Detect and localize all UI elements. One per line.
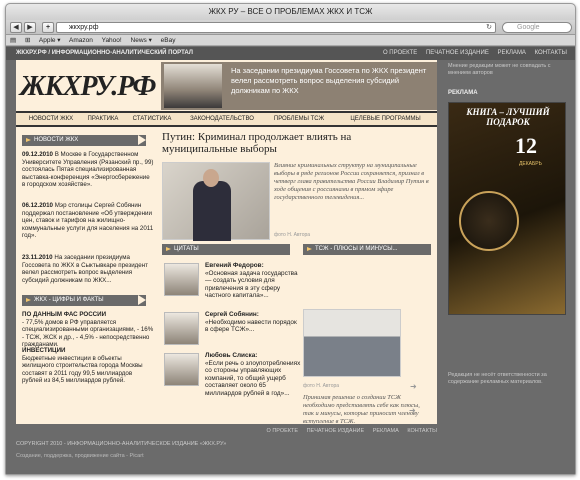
arrow-right-icon[interactable]: ➜ xyxy=(409,406,416,415)
back-button[interactable]: ◀ xyxy=(10,22,22,33)
search-input[interactable]: Google xyxy=(502,22,572,33)
fact-item: ПО ДАННЫМ ФАС РОССИИ - 77,5% домов в РФ … xyxy=(22,311,154,349)
lead-text: Влияние криминальных структур на муницип… xyxy=(274,162,429,201)
hero-text[interactable]: На заседании президиума Госсовета по ЖКХ… xyxy=(231,66,431,96)
fact-text: - 77,5% домов в РФ управляется специализ… xyxy=(22,318,154,349)
quotes-header[interactable]: ЦИТАТЫ xyxy=(162,244,290,255)
footer-link-contacts[interactable]: КОНТАКТЫ xyxy=(407,428,437,434)
nav-legislation[interactable]: ЗАКОНОДАТЕЛЬСТВО xyxy=(182,113,262,125)
top-links: О ПРОЕКТЕ ПЕЧАТНОЕ ИЗДАНИЕ РЕКЛАМА КОНТА… xyxy=(376,47,567,60)
quote-item[interactable]: Евгений Федоров: «Основная задача госуда… xyxy=(205,262,301,300)
site: ЖКХРУ.РФ / ИНФОРМАЦИОННО-АНАЛИТИЧЕСКИЙ П… xyxy=(6,47,575,474)
url-text: жкхру.рф xyxy=(69,24,99,31)
browser-toolbar: ◀ ▶ + жкхру.рф ↻ Google xyxy=(6,20,575,35)
footer-link-ads[interactable]: РЕКЛАМА xyxy=(373,428,399,434)
top-link-contacts[interactable]: КОНТАКТЫ xyxy=(535,50,567,56)
tszh-caption: фото Н. Автора xyxy=(303,383,340,389)
footer-link-about[interactable]: О ПРОЕКТЕ xyxy=(267,428,299,434)
news-item[interactable]: 09.12.2010 В Москве в Государственном Ун… xyxy=(22,151,154,189)
figures-header[interactable]: ЖКХ - ЦИФРЫ И ФАКТЫ xyxy=(22,295,146,306)
bookmark-yahoo[interactable]: Yahoo! xyxy=(102,37,122,44)
person-figure xyxy=(193,181,231,241)
footer-links: О ПРОЕКТЕ ПЕЧАТНОЕ ИЗДАНИЕ РЕКЛАМА КОНТА… xyxy=(260,428,437,434)
quote-item[interactable]: Сергей Собянин: «Необходимо навести поря… xyxy=(205,311,301,334)
tszh-header[interactable]: ТСЖ - ПЛЮСЫ И МИНУСЫ... xyxy=(303,244,431,255)
hero-banner[interactable]: На заседании президиума Госсовета по ЖКХ… xyxy=(161,62,437,110)
fact-item: ИНВЕСТИЦИИ Бюджетные инвестиции в объект… xyxy=(22,347,154,385)
bookmarks-bar: ▤ ⊞ Apple ▾ Amazon Yahoo! News ▾ eBay xyxy=(6,35,575,46)
top-link-print[interactable]: ПЕЧАТНОЕ ИЗДАНИЕ xyxy=(426,50,489,56)
forward-button[interactable]: ▶ xyxy=(24,22,36,33)
browser-window: ЖКХ РУ – ВСЕ О ПРОБЛЕМАХ ЖКХ И ТСЖ ◀ ▶ +… xyxy=(5,3,576,475)
nav-practice[interactable]: ПРАКТИКА xyxy=(82,113,124,125)
grid-icon[interactable]: ⊞ xyxy=(25,37,30,44)
top-link-about[interactable]: О ПРОЕКТЕ xyxy=(383,50,417,56)
nav-stats[interactable]: СТАТИСТИКА xyxy=(126,113,178,125)
quote-text: «Если речь о злоупотреблениях со стороны… xyxy=(205,359,301,397)
ad-label: РЕКЛАМА xyxy=(448,90,478,96)
quote-photo[interactable] xyxy=(164,312,199,345)
footer-developer[interactable]: Создание, поддержка, продвижение сайта -… xyxy=(16,453,144,459)
hero-photo xyxy=(164,64,222,108)
tszh-text: Принимая решение о создании ТСЖ необходи… xyxy=(303,394,420,425)
site-tagline[interactable]: ЖКХРУ.РФ / ИНФОРМАЦИОННО-АНАЛИТИЧЕСКИЙ П… xyxy=(16,47,193,60)
bookmark-ebay[interactable]: eBay xyxy=(161,37,176,44)
new-tab-button[interactable]: + xyxy=(42,22,54,33)
news-date: 09.12.2010 xyxy=(22,151,53,158)
book-icon[interactable]: ▤ xyxy=(10,37,16,44)
site-topbar: ЖКХРУ.РФ / ИНФОРМАЦИОННО-АНАЛИТИЧЕСКИЙ П… xyxy=(6,47,575,60)
top-link-ads[interactable]: РЕКЛАМА xyxy=(498,50,526,56)
nav-news[interactable]: НОВОСТИ ЖКХ xyxy=(20,113,82,125)
content-area: ЖКХРУ.РФ На заседании президиума Госсове… xyxy=(16,60,437,425)
clock-icon xyxy=(459,191,519,251)
site-logo[interactable]: ЖКХРУ.РФ xyxy=(20,64,158,110)
main-nav: НОВОСТИ ЖКХ ПРАКТИКА СТАТИСТИКА ЗАКОНОДА… xyxy=(16,111,437,127)
footer-link-print[interactable]: ПЕЧАТНОЕ ИЗДАНИЕ xyxy=(307,428,365,434)
quote-photo[interactable] xyxy=(164,353,199,386)
quote-item[interactable]: Любовь Слиска: «Если речь о злоупотребле… xyxy=(205,352,301,397)
news-date: 06.12.2010 xyxy=(22,202,53,209)
news-item[interactable]: 23.11.2010 На заседании президиума Госсо… xyxy=(22,254,154,284)
fact-text: Бюджетные инвестиции в объекты жилищного… xyxy=(22,354,143,385)
reload-icon[interactable]: ↻ xyxy=(486,23,492,32)
tszh-photo[interactable] xyxy=(303,309,401,377)
quote-text: «Основная задача государства — создать у… xyxy=(205,269,298,300)
news-date: 23.11.2010 xyxy=(22,254,53,261)
quote-text: «Необходимо навести порядок в сфере ТСЖ»… xyxy=(205,318,297,334)
ad-banner[interactable]: КНИГА – ЛУЧШИЙ ПОДАРОК 12 ДЕКАБРЬ xyxy=(448,102,566,315)
news-item[interactable]: 06.12.2010 Мэр столицы Сергей Собянин по… xyxy=(22,202,154,240)
ad-date-number: 12 xyxy=(515,133,537,158)
news-header[interactable]: НОВОСТИ ЖКХ xyxy=(22,135,146,146)
ad-title: КНИГА – ЛУЧШИЙ ПОДАРОК xyxy=(466,107,550,127)
ad-disclaimer-top: Мнение редакции может не совпадать с мне… xyxy=(448,63,551,76)
lead-headline[interactable]: Путин: Криминал продолжает влиять на мун… xyxy=(162,131,427,155)
bookmark-amazon[interactable]: Amazon xyxy=(69,37,93,44)
fact-title: ПО ДАННЫМ ФАС РОССИИ xyxy=(22,311,107,318)
fact-title: ИНВЕСТИЦИИ xyxy=(22,347,66,354)
nav-tszh[interactable]: ПРОБЛЕМЫ ТСЖ xyxy=(264,113,334,125)
nav-programs[interactable]: ЦЕЛЕВЫЕ ПРОГРАММЫ xyxy=(338,113,433,125)
site-footer: О ПРОЕКТЕ ПЕЧАТНОЕ ИЗДАНИЕ РЕКЛАМА КОНТА… xyxy=(6,424,575,474)
footer-copyright: COPYRIGHT 2010 - ИНФОРМАЦИОННО-АНАЛИТИЧЕ… xyxy=(16,441,227,447)
window-title: ЖКХ РУ – ВСЕ О ПРОБЛЕМАХ ЖКХ И ТСЖ xyxy=(6,4,575,20)
person-head xyxy=(203,169,219,187)
quote-name: Любовь Слиска: xyxy=(205,352,258,359)
ad-month: ДЕКАБРЬ xyxy=(519,161,542,167)
quote-name: Евгений Федоров: xyxy=(205,262,264,269)
arrow-right-icon[interactable]: ➜ xyxy=(410,382,417,391)
ad-disclaimer-bottom: Редакция не несёт ответственности за сод… xyxy=(448,372,547,385)
address-bar[interactable]: жкхру.рф ↻ xyxy=(56,22,496,33)
bookmark-apple[interactable]: Apple ▾ xyxy=(39,37,61,44)
quote-photo[interactable] xyxy=(164,263,199,296)
lead-photo[interactable] xyxy=(162,162,270,241)
photo-caption: фото Н. Автора xyxy=(274,232,311,238)
quote-name: Сергей Собянин: xyxy=(205,311,259,318)
right-column: Мнение редакции может не совпадать с мне… xyxy=(438,60,575,424)
bookmark-news[interactable]: News ▾ xyxy=(131,37,152,44)
